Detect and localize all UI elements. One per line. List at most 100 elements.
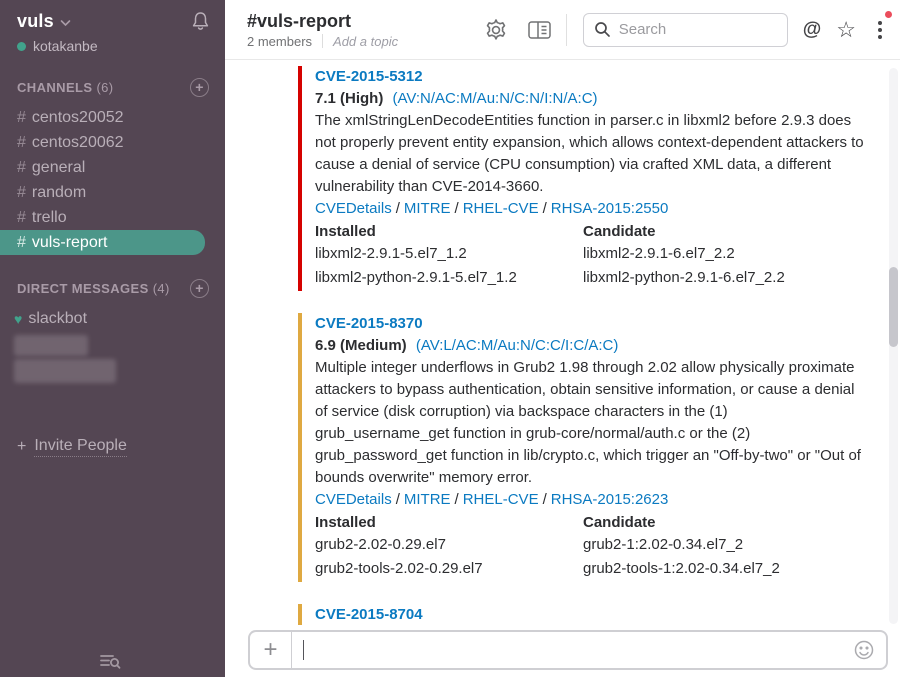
meta-divider [322, 34, 323, 48]
channel-label: centos20052 [32, 109, 124, 126]
mentions-icon[interactable]: @ [803, 19, 822, 41]
sidebar-item-centos20052[interactable]: # centos20052 [0, 105, 225, 130]
package-fields: Installed libxml2-2.9.1-5.el7_1.2 libxml… [315, 221, 866, 291]
hash-icon: # [17, 109, 26, 126]
severity-score: 6.9 (Medium) [315, 337, 407, 354]
field-value: grub2-1:2.02-0.34.el7_2 [583, 534, 851, 556]
candidate-field: Candidate grub2-1:2.02-0.34.el7_2 grub2-… [583, 512, 851, 582]
severity-line: 6.9 (Medium) (AV:L/AC:M/Au:N/C:C/I:C/A:C… [315, 335, 866, 357]
link-separator: / [543, 491, 547, 508]
text-caret [303, 640, 304, 660]
invite-people-label: Invite People [34, 437, 127, 457]
channel-header: #vuls-report 2 members Add a topic [225, 0, 900, 60]
hash-icon: # [17, 234, 26, 251]
sidebar-item-slackbot[interactable]: ♥ slackbot [0, 306, 225, 332]
redacted-dm-1[interactable] [14, 335, 88, 356]
dm-count: (4) [153, 281, 170, 296]
notification-dot [885, 11, 892, 18]
kebab-icon [878, 21, 882, 39]
link-separator: / [396, 491, 400, 508]
rhsa-link[interactable]: RHSA-2015:2623 [551, 491, 669, 508]
redacted-dm-2[interactable] [14, 359, 116, 383]
link-separator: / [543, 200, 547, 217]
field-value: grub2-2.02-0.29.el7 [315, 534, 583, 556]
channel-label: trello [32, 209, 67, 226]
field-title: Candidate [583, 512, 851, 534]
team-menu[interactable]: vuls [17, 11, 54, 32]
channel-meta: 2 members Add a topic [247, 34, 398, 49]
emoji-picker-icon[interactable] [853, 639, 875, 661]
field-value: grub2-tools-2.02-0.29.el7 [315, 558, 583, 580]
mitre-link[interactable]: MITRE [404, 200, 451, 217]
hash-icon: # [17, 184, 26, 201]
cve-title-link[interactable]: CVE-2015-8370 [315, 313, 866, 335]
details-pane-icon[interactable] [527, 19, 552, 41]
scrollbar[interactable] [889, 68, 898, 624]
dm-list: ♥ slackbot [0, 306, 225, 383]
package-fields: Installed grub2-2.02-0.29.el7 grub2-tool… [315, 512, 866, 582]
current-user[interactable]: kotakanbe [17, 38, 211, 54]
field-title: Candidate [583, 221, 851, 243]
field-title: Installed [315, 221, 583, 243]
dm-label[interactable]: DIRECT MESSAGES [17, 281, 149, 296]
cve-attachment: CVE-2015-5312 7.1 (High) (AV:N/AC:M/Au:N… [298, 66, 866, 291]
mitre-link[interactable]: MITRE [404, 491, 451, 508]
cve-title-link[interactable]: CVE-2015-8704 [315, 604, 866, 626]
quick-switcher-icon[interactable] [98, 651, 122, 671]
search-input[interactable] [619, 21, 777, 38]
search-box[interactable] [583, 13, 788, 47]
link-separator: / [455, 200, 459, 217]
heart-icon: ♥ [14, 306, 22, 332]
sidebar: vuls kotakanbe CHANNELS (6) + #centos200… [0, 0, 225, 677]
cve-description: The xmlStringLenDecodeEntities function … [315, 110, 866, 198]
channels-label[interactable]: CHANNELS [17, 80, 92, 95]
header-divider [566, 14, 567, 46]
rhsa-link[interactable]: RHSA-2015:2550 [551, 200, 669, 217]
members-count[interactable]: 2 members [247, 34, 312, 49]
severity-line: 7.1 (High) (AV:N/AC:M/Au:N/C:N/I:N/A:C) [315, 88, 866, 110]
severity-score: 7.1 (High) [315, 90, 383, 107]
bell-icon[interactable] [190, 10, 211, 32]
attach-file-button[interactable]: + [250, 632, 292, 668]
cvss-vector-link[interactable]: (AV:N/AC:M/Au:N/C:N/I:N/A:C) [393, 90, 598, 107]
star-icon[interactable]: ☆ [836, 19, 856, 41]
gear-icon[interactable] [483, 17, 509, 43]
scrollbar-thumb[interactable] [889, 267, 898, 347]
sidebar-item-centos20062[interactable]: #centos20062 [0, 130, 225, 155]
cve-links: CVEDetails/MITRE/RHEL-CVE/RHSA-2015:2623 [315, 489, 866, 511]
cve-title-link[interactable]: CVE-2015-5312 [315, 66, 866, 88]
installed-field: Installed libxml2-2.9.1-5.el7_1.2 libxml… [315, 221, 583, 291]
dm-label: slackbot [28, 306, 87, 332]
cvss-vector-link[interactable]: (AV:L/AC:M/Au:N/C:C/I:C/A:C) [416, 337, 619, 354]
field-value: libxml2-python-2.9.1-5.el7_1.2 [315, 267, 583, 289]
link-separator: / [455, 491, 459, 508]
cve-description: Multiple integer underflows in Grub2 1.9… [315, 357, 866, 489]
channels-count: (6) [96, 80, 113, 95]
hash-icon: # [17, 159, 26, 176]
cvedetails-link[interactable]: CVEDetails [315, 491, 392, 508]
sidebar-item-vuls-report[interactable]: #vuls-report [0, 230, 205, 255]
message-composer[interactable]: + [248, 630, 888, 670]
sidebar-item-general[interactable]: #general [0, 155, 225, 180]
field-title: Installed [315, 512, 583, 534]
rhel-cve-link[interactable]: RHEL-CVE [463, 491, 539, 508]
add-topic-button[interactable]: Add a topic [333, 34, 398, 49]
invite-people-button[interactable]: + Invite People [0, 437, 225, 457]
message-input[interactable] [292, 632, 853, 668]
channel-title[interactable]: #vuls-report [247, 11, 398, 32]
channel-list: #centos20052 #centos20062 #general #rand… [0, 105, 225, 255]
rhel-cve-link[interactable]: RHEL-CVE [463, 200, 539, 217]
installed-field: Installed grub2-2.02-0.29.el7 grub2-tool… [315, 512, 583, 582]
sidebar-item-random[interactable]: #random [0, 180, 225, 205]
add-dm-icon[interactable]: + [190, 279, 209, 298]
cvedetails-link[interactable]: CVEDetails [315, 200, 392, 217]
channel-label: centos20062 [32, 134, 124, 151]
header-actions: @ ☆ [483, 13, 888, 47]
add-channel-icon[interactable]: + [190, 78, 209, 97]
dm-section-header: DIRECT MESSAGES (4) + [0, 279, 225, 298]
sidebar-item-trello[interactable]: #trello [0, 205, 225, 230]
presence-dot [17, 42, 26, 51]
field-value: grub2-tools-1:2.02-0.34.el7_2 [583, 558, 851, 580]
more-options-button[interactable] [872, 17, 888, 43]
field-value: libxml2-python-2.9.1-6.el7_2.2 [583, 267, 851, 289]
